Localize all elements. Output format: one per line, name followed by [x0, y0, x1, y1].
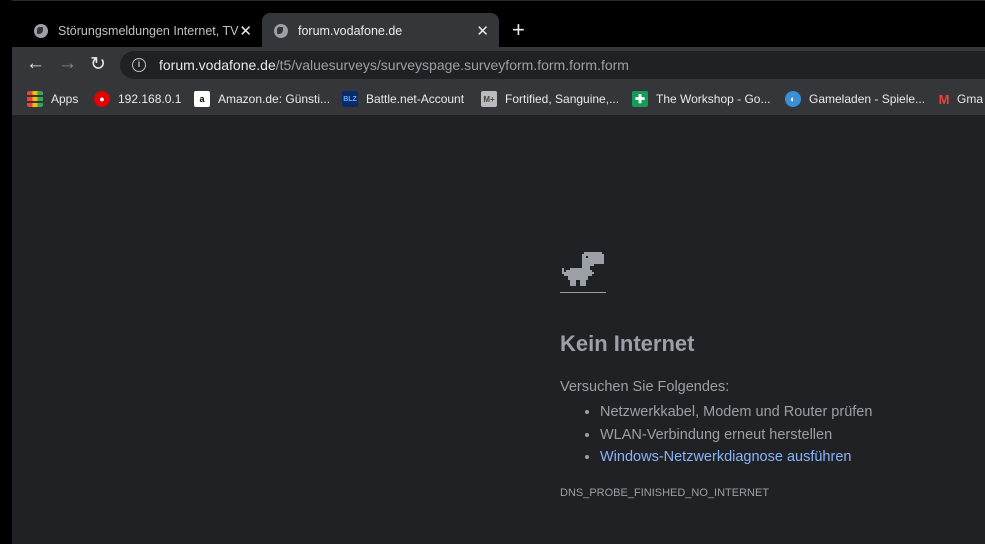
bookmark-label: Gma: [957, 92, 984, 106]
suggestion-item: Windows-Netzwerkdiagnose ausführen: [600, 446, 872, 469]
new-tab-button[interactable]: +: [512, 17, 525, 43]
error-page: Kein Internet Versuchen Sie Folgendes: N…: [560, 252, 872, 499]
network-diagnostics-link[interactable]: Windows-Netzwerkdiagnose ausführen: [600, 449, 851, 465]
toolbar: ← → ↻ i forum.vodafone.de/t5/valuesurvey…: [12, 47, 985, 83]
error-title: Kein Internet: [560, 331, 695, 356]
apps-grid-icon: [27, 91, 43, 107]
reload-button[interactable]: ↻: [90, 53, 106, 76]
info-icon[interactable]: i: [132, 58, 146, 72]
error-code: DNS_PROBE_FINISHED_NO_INTERNET: [560, 486, 770, 499]
suggestions-heading: Versuchen Sie Folgendes:: [560, 379, 730, 395]
forward-button[interactable]: →: [58, 53, 77, 75]
bookmark-gmail[interactable]: M Gma: [936, 83, 983, 115]
close-tab-icon[interactable]: ✕: [476, 22, 489, 40]
close-tab-icon[interactable]: ✕: [239, 22, 252, 40]
bookmarks-bar: Apps ● 192.168.0.1 a Amazon.de: Günsti... …: [12, 83, 985, 115]
amazon-icon: a: [194, 91, 210, 107]
back-button[interactable]: ←: [26, 53, 45, 75]
bookmark-label: Apps: [51, 92, 79, 106]
tab-stoerungsmeldungen[interactable]: Störungsmeldungen Internet, TV ✕: [22, 13, 262, 48]
bookmark-label: Fortified, Sanguine,...: [505, 92, 620, 106]
gameladen-icon: ◐: [785, 91, 801, 107]
bookmark-label: Amazon.de: Günsti...: [218, 92, 331, 106]
bookmark-fortified[interactable]: M+ Fortified, Sanguine,...: [481, 83, 619, 115]
bookmark-gameladen[interactable]: ◐ Gameladen - Spiele...: [785, 83, 925, 115]
tab-title: Störungsmeldungen Internet, TV: [58, 23, 239, 38]
tab-forum-vodafone[interactable]: forum.vodafone.de ✕: [262, 13, 499, 48]
tab-title: forum.vodafone.de: [298, 23, 403, 38]
suggestion-item: Netzwerkkabel, Modem und Router prüfen: [600, 401, 872, 424]
url-host: forum.vodafone.de: [159, 57, 276, 73]
bookmark-apps[interactable]: Apps: [27, 83, 78, 115]
bookmark-amazon[interactable]: a Amazon.de: Günsti...: [194, 83, 330, 115]
mplus-icon: M+: [481, 91, 497, 107]
dinosaur-icon: [560, 252, 606, 293]
bookmark-label: The Workshop - Go...: [656, 92, 771, 106]
tab-strip: Störungsmeldungen Internet, TV ✕ forum.v…: [12, 0, 985, 48]
suggestions-list: Netzwerkkabel, Modem und Router prüfen W…: [560, 401, 872, 469]
address-bar[interactable]: i forum.vodafone.de/t5/valuesurveys/surv…: [120, 51, 985, 79]
bookmark-workshop[interactable]: ✚ The Workshop - Go...: [632, 83, 771, 115]
bookmark-router[interactable]: ● 192.168.0.1: [94, 83, 181, 115]
blizzard-icon: BLZ: [342, 91, 358, 107]
gmail-icon: M: [938, 91, 950, 107]
url-path: /t5/valuesurveys/surveyspage.surveyform.…: [275, 57, 629, 73]
workshop-icon: ✚: [632, 91, 648, 107]
bookmark-label: Gameladen - Spiele...: [809, 92, 926, 106]
globe-icon: [274, 23, 288, 38]
suggestion-item: WLAN-Verbindung erneut herstellen: [600, 424, 872, 447]
globe-icon: [34, 23, 48, 38]
vodafone-icon: ●: [94, 91, 110, 107]
bookmark-label: 192.168.0.1: [118, 92, 182, 106]
bookmark-label: Battle.net-Account: [366, 92, 465, 106]
bookmark-battlenet[interactable]: BLZ Battle.net-Account: [342, 83, 464, 115]
